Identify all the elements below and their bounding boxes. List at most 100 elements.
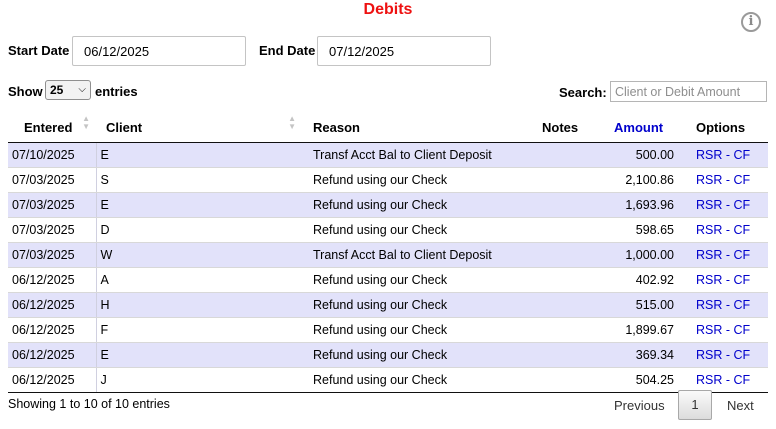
cell-entered: 07/03/2025 [8,167,96,193]
cell-reason: Refund using our Check [302,217,516,243]
page-title: Debits [363,1,413,18]
cell-notes [516,317,602,343]
end-date-label: End Date [259,43,316,58]
cell-options: RSR - CF [686,267,768,293]
entries-per-page-select[interactable]: 25 ⌵ [45,80,91,100]
cell-client: J [95,367,302,393]
cell-client: F [95,317,302,343]
cell-amount: 515.00 [602,292,686,318]
column-header-entered[interactable]: Entered ▲ ▼ [8,112,96,143]
cell-client: E [95,342,302,368]
cell-notes [516,217,602,243]
cell-notes [516,192,602,218]
options-link[interactable]: RSR - CF [696,198,750,212]
cell-reason: Refund using our Check [302,267,516,293]
cell-options: RSR - CF [686,217,768,243]
cell-entered: 07/10/2025 [8,142,96,168]
start-date-input[interactable] [72,36,246,66]
cell-options: RSR - CF [686,242,768,268]
cell-client: W [95,242,302,268]
debits-table: Entered ▲ ▼ Client ▲ ▼ Reason Notes Amount… [8,112,768,393]
table-info: Showing 1 to 10 of 10 entries [8,397,170,411]
cell-amount: 598.65 [602,217,686,243]
table-row: 06/12/2025 J Refund using our Check 504.25 R… [8,367,768,393]
next-page-button[interactable]: Next [727,398,754,413]
cell-entered: 06/12/2025 [8,367,96,393]
table-row: 06/12/2025 F Refund using our Check 1,899.6… [8,317,768,343]
info-icon[interactable]: i [741,12,761,32]
column-header-client-label: Client [106,119,143,135]
column-header-entered-label: Entered [24,119,73,135]
table-header-row: Entered ▲ ▼ Client ▲ ▼ Reason Notes Amount… [8,112,768,143]
search-input[interactable] [610,81,767,102]
table-row: 07/10/2025 E Transf Acct Bal to Client Dep… [8,142,768,168]
options-link[interactable]: RSR - CF [696,173,750,187]
options-link[interactable]: RSR - CF [696,248,750,262]
previous-page-button[interactable]: Previous [614,398,665,413]
cell-reason: Refund using our Check [302,317,516,343]
column-header-options: Options [686,112,768,143]
options-link[interactable]: RSR - CF [696,273,750,287]
options-link[interactable]: RSR - CF [696,323,750,337]
cell-notes [516,167,602,193]
cell-amount: 1,693.96 [602,192,686,218]
cell-amount: 504.25 [602,367,686,393]
entries-label: entries [95,84,138,99]
column-header-amount-label: Amount [614,119,664,135]
cell-client: H [95,292,302,318]
entries-per-page-value: 25 [50,83,64,97]
cell-reason: Refund using our Check [302,167,516,193]
cell-notes [516,142,602,168]
table-row: 07/03/2025 W Transf Acct Bal to Client Dep… [8,242,768,268]
cell-amount: 369.34 [602,342,686,368]
cell-entered: 06/12/2025 [8,292,96,318]
table-row: 07/03/2025 D Refund using our Check 598.65 R… [8,217,768,243]
column-header-notes: Notes [516,112,602,143]
options-link[interactable]: RSR - CF [696,373,750,387]
column-header-reason-label: Reason [313,119,360,135]
search-label: Search: [559,85,607,100]
options-link[interactable]: RSR - CF [696,223,750,237]
column-header-notes-label: Notes [542,119,579,135]
cell-amount: 1,899.67 [602,317,686,343]
cell-entered: 07/03/2025 [8,217,96,243]
cell-notes [516,342,602,368]
cell-notes [516,267,602,293]
cell-options: RSR - CF [686,367,768,393]
cell-reason: Refund using our Check [302,292,516,318]
cell-client: E [95,192,302,218]
table-row: 06/12/2025 E Refund using our Check 369.34 R… [8,342,768,368]
options-link[interactable]: RSR - CF [696,348,750,362]
end-date-input[interactable] [317,36,491,66]
column-header-options-label: Options [696,119,746,135]
cell-client: E [95,142,302,168]
page-1-button[interactable]: 1 [678,390,712,420]
cell-options: RSR - CF [686,317,768,343]
cell-entered: 07/03/2025 [8,242,96,268]
table-row: 07/03/2025 S Refund using our Check 2,100.8… [8,167,768,193]
options-link[interactable]: RSR - CF [696,148,750,162]
column-header-reason: Reason [302,112,516,143]
cell-reason: Transf Acct Bal to Client Deposit [302,242,516,268]
cell-notes [516,242,602,268]
options-link[interactable]: RSR - CF [696,298,750,312]
cell-options: RSR - CF [686,142,768,168]
column-header-client[interactable]: Client ▲ ▼ [96,112,302,143]
sort-icon: ▲ ▼ [288,114,296,131]
cell-options: RSR - CF [686,192,768,218]
cell-amount: 1,000.00 [602,242,686,268]
cell-entered: 06/12/2025 [8,267,96,293]
column-header-amount[interactable]: Amount [602,112,686,143]
cell-options: RSR - CF [686,342,768,368]
cell-amount: 2,100.86 [602,167,686,193]
show-label: Show [8,84,43,99]
chevron-down-icon: ⌵ [78,84,86,95]
cell-entered: 06/12/2025 [8,342,96,368]
cell-amount: 500.00 [602,142,686,168]
cell-client: A [95,267,302,293]
cell-reason: Refund using our Check [302,192,516,218]
sort-icon: ▲ ▼ [82,114,90,131]
cell-options: RSR - CF [686,167,768,193]
cell-amount: 402.92 [602,267,686,293]
cell-client: S [95,167,302,193]
